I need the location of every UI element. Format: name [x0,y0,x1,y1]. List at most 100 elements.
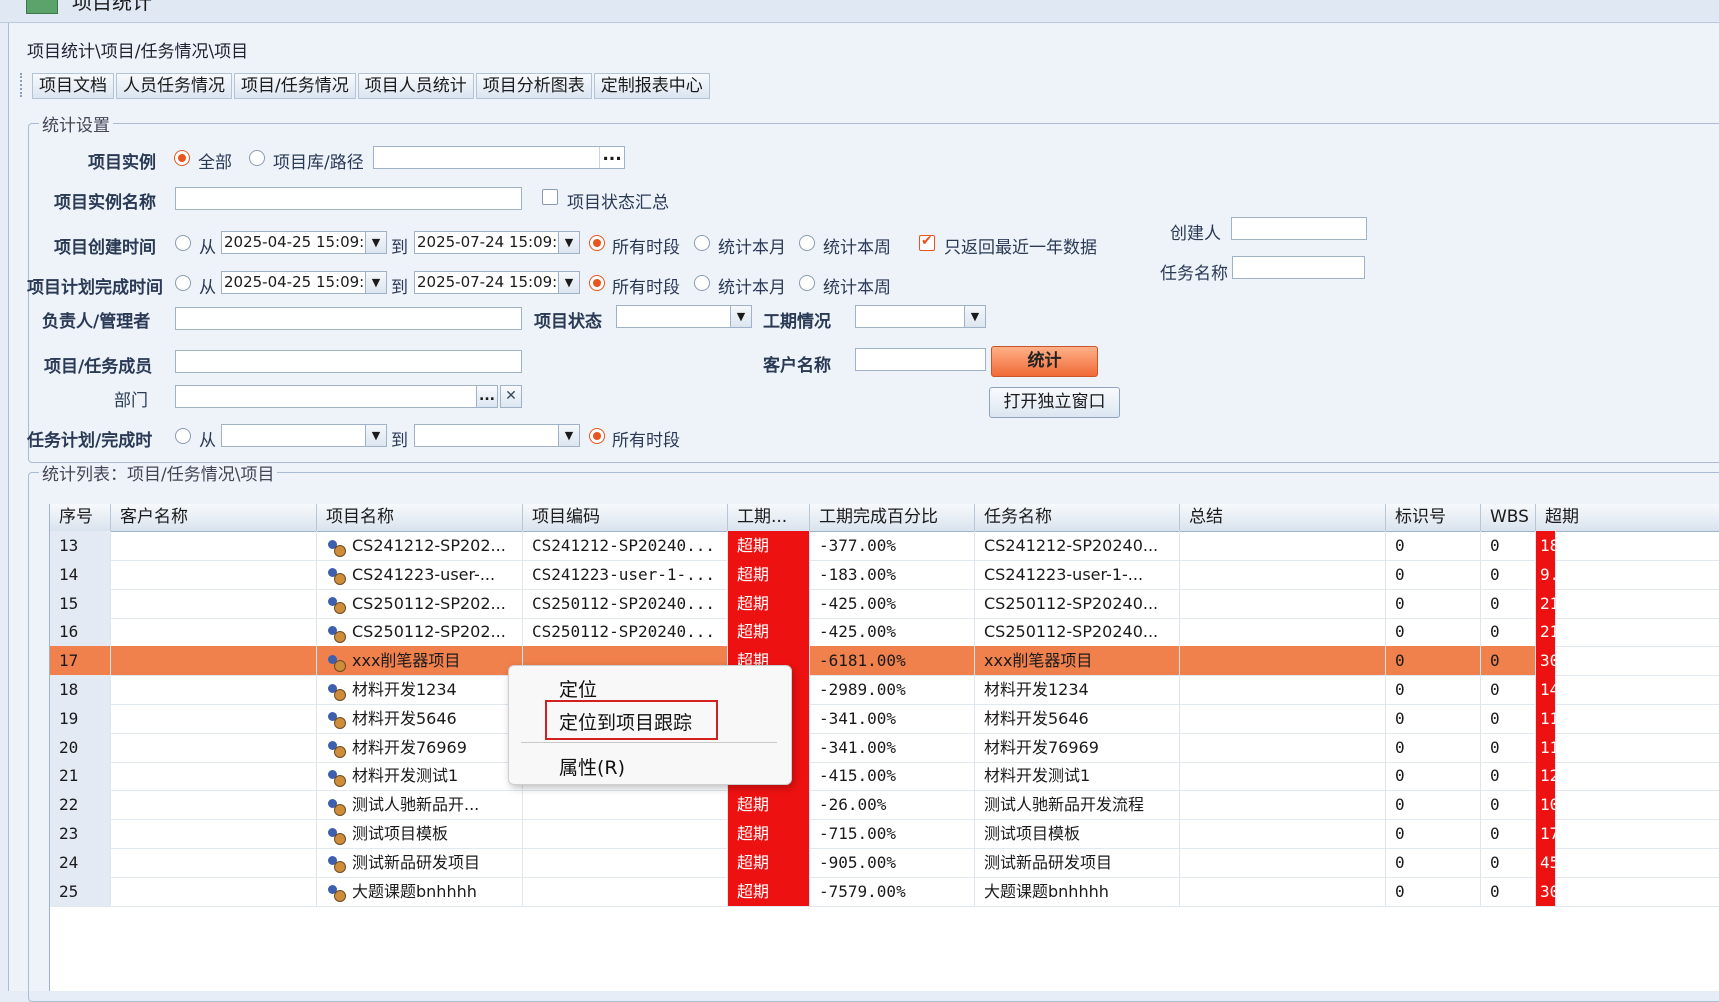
stat-button[interactable]: 统计 [991,346,1098,377]
clear-icon[interactable]: ✕ [500,385,522,408]
chevron-down-icon[interactable]: ▼ [365,272,386,293]
tab-project-people[interactable]: 项目人员统计 [357,73,474,99]
tab-project-docs[interactable]: 项目文档 [32,73,114,99]
table-row[interactable]: 14 CS241223-user-... CS241223-user-1-... 超期… [50,559,1719,590]
table-row[interactable]: 20材料开发76969-341.00%材料开发769690011 [50,732,1719,763]
col-header-wbs[interactable]: WBS [1481,504,1536,531]
customer-input[interactable] [855,348,986,371]
cell-task: 材料开发5646 [975,703,1180,733]
cell-summary [1180,732,1386,762]
plan-this-month-radio[interactable] [694,275,710,291]
cell-id: 0 [1386,732,1481,762]
result-table[interactable]: 序号 客户名称 项目名称 项目编码 工期... 工期完成百分比 任务名称 总结 … [49,504,1719,991]
col-header-project-name[interactable]: 项目名称 [317,504,523,531]
cell-name: CS250112-SP202... [317,617,523,647]
recent-year-checkbox[interactable] [919,233,935,251]
col-header-over[interactable]: 超期 [1536,504,1719,531]
chevron-down-icon[interactable]: ▼ [730,306,751,327]
table-row[interactable]: 19材料开发5646-341.00%材料开发56460011 [50,703,1719,734]
status-summary-checkbox[interactable] [542,189,558,205]
plan-time-from-radio[interactable] [175,275,191,291]
plan-this-week-radio[interactable] [799,275,815,291]
col-header-pct[interactable]: 工期完成百分比 [810,504,975,531]
create-date-from[interactable]: 2025-04-25 15:09: ▼ [221,231,387,254]
col-header-no[interactable]: 序号 [50,504,111,531]
cell-status: 超期 [728,531,810,560]
menu-item-locate-tracking[interactable]: 定位到项目跟踪 [559,708,692,735]
instance-label: 项目实例 [88,153,156,173]
chevron-down-icon[interactable]: ▼ [558,425,579,446]
table-row[interactable]: 23测试项目模板超期-715.00%测试项目模板0017 [50,819,1719,849]
menu-item-properties[interactable]: 属性(R) [559,753,625,780]
cell-code: CS250112-SP20240... [523,588,728,618]
cell-pct: -7579.00% [810,876,975,906]
menu-item-locate[interactable]: 定位 [559,675,597,702]
radio-lib-path[interactable] [249,150,265,166]
lib-path-input[interactable]: ... [373,146,625,169]
table-row[interactable]: 15 CS250112-SP202... CS250112-SP20240... 超期… [50,588,1719,619]
create-all-period-radio[interactable] [589,235,605,251]
col-header-id[interactable]: 标识号 [1386,504,1481,531]
table-row[interactable]: 18材料开发1234-2989.00%材料开发12340014 [50,675,1719,705]
tab-project-tasks[interactable]: 项目/任务情况 [234,73,356,99]
to-label: 到 [391,278,408,298]
browse-button[interactable]: ... [599,147,624,168]
col-header-project-code[interactable]: 项目编码 [523,504,728,531]
cell-task: 测试人驰新品开发流程 [975,790,1180,820]
member-input[interactable] [175,350,522,373]
dept-browse-button[interactable]: ... [476,385,498,408]
create-this-week-radio[interactable] [799,235,815,251]
cell-name: 测试人驰新品开... [317,790,523,820]
task-date-to[interactable]: ▼ [414,424,580,447]
owner-input[interactable] [175,307,522,330]
period-select[interactable]: ▼ [855,305,986,328]
chevron-down-icon[interactable]: ▼ [558,272,579,293]
instance-name-input[interactable] [175,187,522,210]
tab-analysis-charts[interactable]: 项目分析图表 [475,73,592,99]
create-time-from-radio[interactable] [175,235,191,251]
table-row[interactable]: 24测试新品研发项目超期-905.00%测试新品研发项目0045. [50,847,1719,878]
plan-all-period-radio[interactable] [589,275,605,291]
cell-task: CS250112-SP20240... [975,617,1180,647]
col-header-period[interactable]: 工期... [728,504,810,531]
col-header-customer[interactable]: 客户名称 [111,504,317,531]
cell-customer [111,531,317,560]
chevron-down-icon[interactable]: ▼ [365,425,386,446]
chevron-down-icon[interactable]: ▼ [558,232,579,253]
dept-input[interactable] [175,385,477,408]
creator-input[interactable] [1231,217,1367,240]
table-row[interactable]: 13 CS241212-SP202... CS241212-SP20240... 超期… [50,531,1719,561]
col-header-task-name[interactable]: 任务名称 [975,504,1180,531]
radio-all[interactable] [174,150,190,166]
task-date-from[interactable]: ▼ [221,424,387,447]
table-row[interactable]: 21材料开发测试1-415.00%材料开发测试10012 [50,761,1719,792]
all-period-label: 所有时段 [612,431,680,451]
tab-person-tasks[interactable]: 人员任务情况 [116,73,232,99]
table-row[interactable]: 25大题课题bnhhhh超期-7579.00%大题课题bnhhhh0030 [50,876,1719,907]
open-window-button[interactable]: 打开独立窗口 [989,387,1120,418]
create-date-to[interactable]: 2025-07-24 15:09: ▼ [414,231,580,254]
cell-no: 19 [50,703,111,733]
table-row[interactable]: 17xxx削笔器项目超期-6181.00%xxx削笔器项目0030 [50,646,1719,677]
cell-summary [1180,819,1386,848]
cell-wbs: 0 [1481,675,1536,704]
project-icon [326,739,346,759]
cell-over: 21. [1536,617,1556,647]
cell-wbs: 0 [1481,876,1536,906]
plan-date-from[interactable]: 2025-04-25 15:09: ▼ [221,271,387,294]
chevron-down-icon[interactable]: ▼ [964,306,985,327]
cell-summary [1180,790,1386,820]
tab-custom-reports[interactable]: 定制报表中心 [593,73,710,99]
status-select[interactable]: ▼ [616,305,752,328]
col-header-summary[interactable]: 总结 [1180,504,1386,531]
recent-year-label: 只返回最近一年数据 [944,238,1097,258]
table-row[interactable]: 16 CS250112-SP202... CS250112-SP20240... 超期… [50,617,1719,648]
task-name-input[interactable] [1232,256,1365,279]
chevron-down-icon[interactable]: ▼ [365,232,386,253]
table-row[interactable]: 22测试人驰新品开...超期-26.00%测试人驰新品开发流程0010. [50,790,1719,821]
create-this-month-radio[interactable] [694,235,710,251]
project-icon [326,682,346,701]
plan-date-to[interactable]: 2025-07-24 15:09: ▼ [414,271,580,294]
task-all-period-radio[interactable] [589,428,605,444]
task-time-from-radio[interactable] [175,428,191,444]
